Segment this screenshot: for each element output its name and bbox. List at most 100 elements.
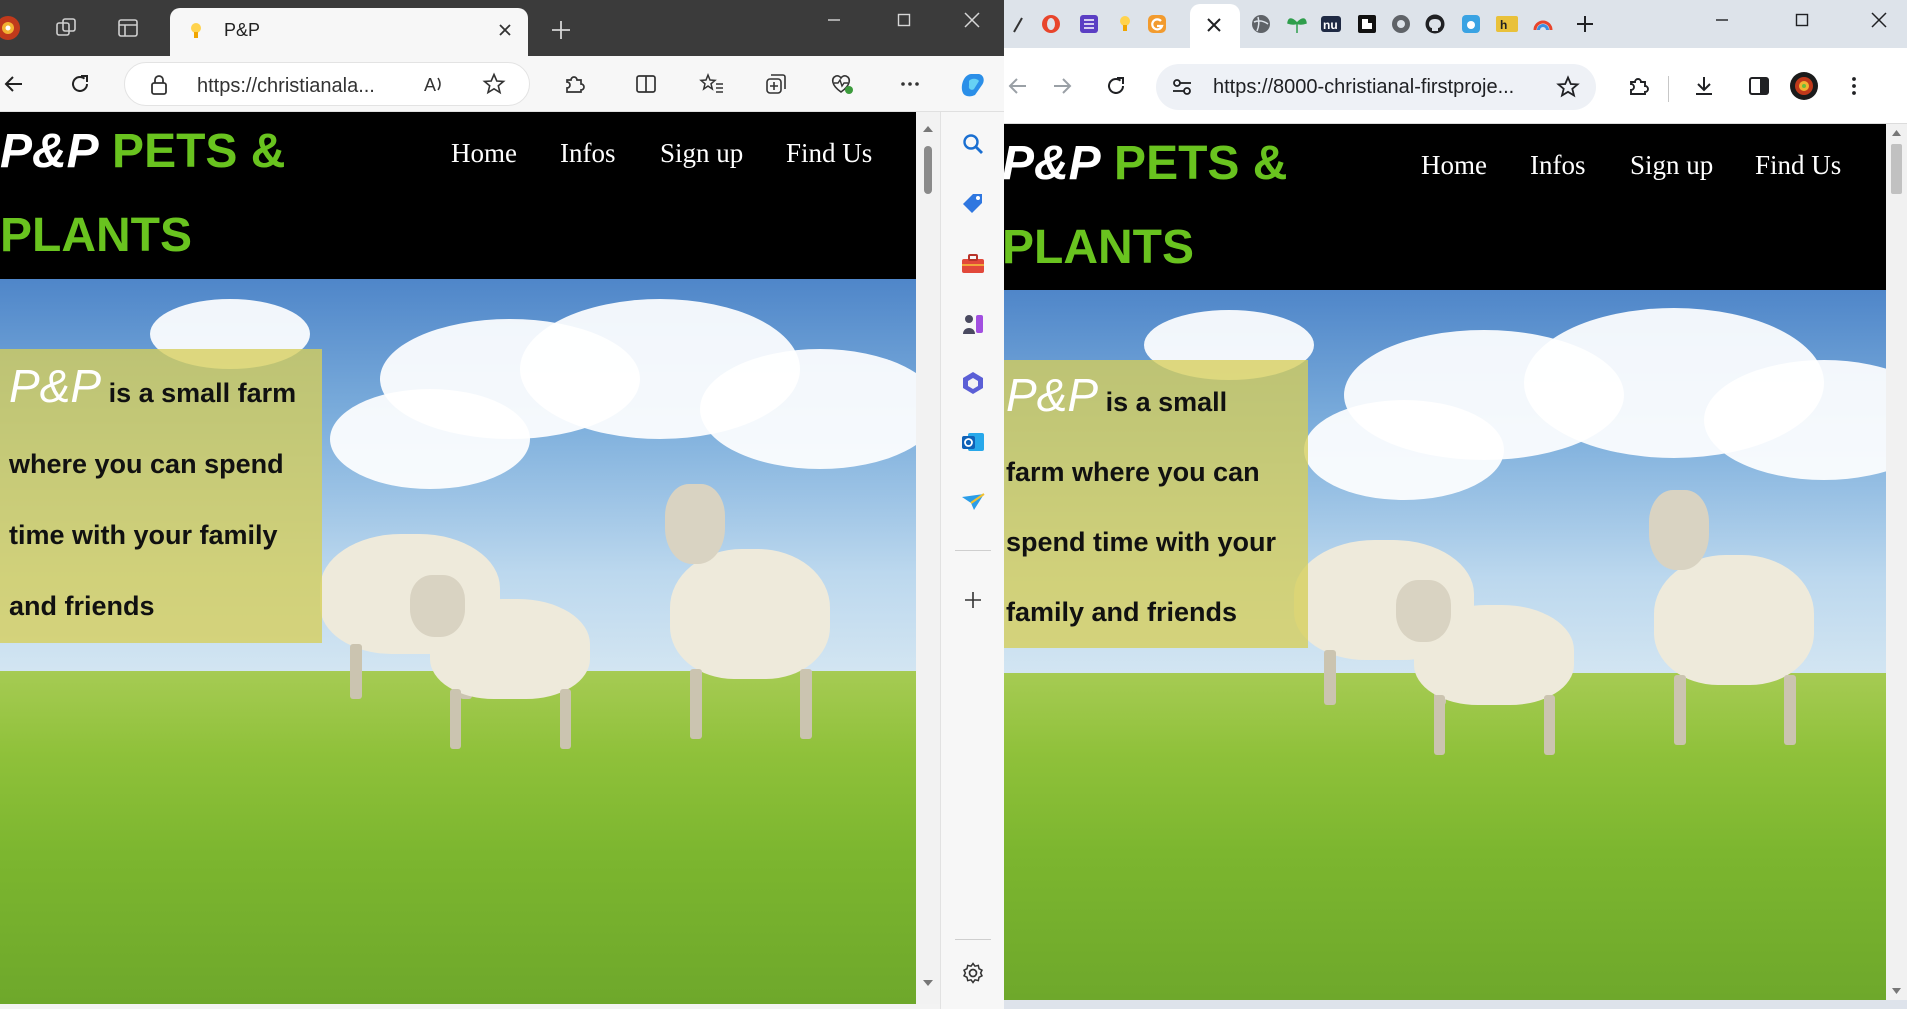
forward-icon[interactable] <box>1042 66 1082 106</box>
nav-sign-up[interactable]: Sign up <box>660 138 743 169</box>
nav-infos[interactable]: Infos <box>1530 150 1586 181</box>
close-window-icon[interactable] <box>1851 0 1907 40</box>
site-logo-line2: PLANTS <box>1004 220 1194 275</box>
nav-home[interactable]: Home <box>451 138 517 169</box>
logo-name-line2: PLANTS <box>1004 221 1194 274</box>
chrome-browser-window: nu h https://8000-christianal-firstproje… <box>1004 0 1907 1009</box>
nav-sign-up[interactable]: Sign up <box>1630 150 1713 181</box>
sheep-leg <box>1434 695 1445 755</box>
maximize-icon[interactable] <box>1774 0 1830 40</box>
outlook-icon[interactable] <box>957 426 989 458</box>
lock-icon[interactable] <box>149 74 169 96</box>
edge-url-text: https://christianala... <box>197 75 375 97</box>
new-tab-button[interactable] <box>545 14 577 46</box>
drop-icon[interactable] <box>957 486 989 518</box>
nav-infos[interactable]: Infos <box>560 138 616 169</box>
sheep-leg <box>1674 675 1686 745</box>
search-icon[interactable] <box>957 128 989 160</box>
sheep-leg <box>560 689 571 749</box>
more-icon[interactable] <box>890 64 930 104</box>
collections-icon[interactable] <box>756 64 796 104</box>
back-icon[interactable] <box>0 64 34 104</box>
site-info-icon[interactable] <box>1170 76 1194 98</box>
sheep-head <box>1649 490 1709 570</box>
edge-address-bar[interactable]: https://christianala... <box>124 62 530 106</box>
nav-home[interactable]: Home <box>1421 150 1487 181</box>
sheep-head <box>1396 580 1451 642</box>
toolbar-divider <box>1668 76 1669 102</box>
hero-text-line: is a small farm <box>108 378 297 408</box>
info-box: P&P is a small farm where you can spend … <box>0 349 322 643</box>
tab-nu-icon[interactable]: nu <box>1316 8 1346 40</box>
side-panel-icon[interactable] <box>1739 66 1779 106</box>
tab-h-icon[interactable]: h <box>1492 8 1522 40</box>
edge-scrollbar[interactable] <box>916 112 940 1004</box>
copilot-icon[interactable] <box>952 64 992 104</box>
edge-profile-icon[interactable] <box>0 12 24 44</box>
add-icon[interactable] <box>957 584 989 616</box>
chrome-active-tab[interactable] <box>1190 4 1240 48</box>
shopping-icon[interactable] <box>957 188 989 220</box>
vertical-tabs-icon[interactable] <box>112 12 144 44</box>
settings-icon[interactable] <box>957 957 989 989</box>
workspaces-icon[interactable] <box>50 12 82 44</box>
chrome-tabstrip: nu h <box>1004 0 1907 48</box>
info-text: P&P is a small farm where you can spend … <box>9 351 321 642</box>
minimize-icon[interactable] <box>806 0 862 40</box>
tab-sprout-icon[interactable] <box>1282 8 1312 40</box>
download-icon[interactable] <box>1684 66 1724 106</box>
edge-active-tab[interactable]: P&P <box>170 8 528 56</box>
tab-rainbow-icon[interactable] <box>1528 8 1558 40</box>
favorite-star-icon[interactable] <box>474 64 514 104</box>
chrome-url-text: https://8000-christianal-firstproje... <box>1213 76 1515 98</box>
hero-text-line: and friends <box>9 591 155 621</box>
tab-globe-icon[interactable] <box>1246 8 1276 40</box>
chrome-address-bar[interactable]: https://8000-christianal-firstproje... <box>1156 64 1596 110</box>
favorites-icon[interactable] <box>692 64 732 104</box>
tab-chrome-icon[interactable] <box>1386 8 1416 40</box>
close-tab-icon[interactable] <box>1205 16 1223 34</box>
chrome-page-viewport: P&P is a small farm where you can spend … <box>1004 124 1886 1000</box>
refresh-icon[interactable] <box>1096 66 1136 106</box>
games-icon[interactable] <box>957 308 989 340</box>
hero-text-line: where you can spend <box>9 449 284 479</box>
back-icon[interactable] <box>1004 66 1038 106</box>
profile-avatar[interactable] <box>1784 66 1824 106</box>
chrome-toolbar: https://8000-christianal-firstproje... <box>1004 48 1907 124</box>
hero-lead: P&P <box>1006 369 1099 421</box>
sheep-head <box>665 484 725 564</box>
new-tab-button[interactable] <box>1570 8 1600 40</box>
tab-g-icon[interactable] <box>1142 8 1172 40</box>
chrome-scrollbar[interactable] <box>1886 124 1907 1000</box>
site-logo[interactable]: P&P PETS & <box>1004 136 1287 191</box>
tab-opera-icon[interactable] <box>1036 8 1066 40</box>
close-tab-icon[interactable] <box>492 17 518 43</box>
browser-essentials-icon[interactable] <box>822 64 862 104</box>
minimize-icon[interactable] <box>1694 0 1750 40</box>
split-screen-icon[interactable] <box>626 64 666 104</box>
extensions-icon[interactable] <box>1618 66 1658 106</box>
nav-find-us[interactable]: Find Us <box>1755 150 1841 181</box>
nav-find-us[interactable]: Find Us <box>786 138 872 169</box>
more-icon[interactable] <box>1834 66 1874 106</box>
bookmark-star-icon[interactable] <box>1556 75 1580 99</box>
tab-github-icon[interactable] <box>1420 8 1450 40</box>
site-logo[interactable]: P&P PETS & <box>0 124 285 179</box>
hero-image: P&P is a small farm where you can spend … <box>0 279 916 1004</box>
edge-sidebar <box>940 112 1004 1009</box>
tab-favicon-icon[interactable] <box>1110 8 1140 40</box>
microsoft-365-icon[interactable] <box>957 367 989 399</box>
tab-list-icon[interactable] <box>1074 8 1104 40</box>
refresh-icon[interactable] <box>60 64 100 104</box>
tools-icon[interactable] <box>957 248 989 280</box>
logo-abbr: P&P <box>0 125 99 178</box>
tab-puzzle-icon[interactable] <box>1352 8 1382 40</box>
maximize-icon[interactable] <box>876 0 932 40</box>
tab-camera-icon[interactable] <box>1456 8 1486 40</box>
close-window-icon[interactable] <box>944 0 1000 40</box>
edge-browser-window: P&P https://christianala... A P&P is a s… <box>0 0 1004 1009</box>
extensions-icon[interactable] <box>554 64 594 104</box>
tab-favicon-icon[interactable] <box>1004 8 1034 40</box>
sidebar-divider <box>955 939 991 940</box>
read-aloud-icon[interactable]: A <box>414 64 454 104</box>
